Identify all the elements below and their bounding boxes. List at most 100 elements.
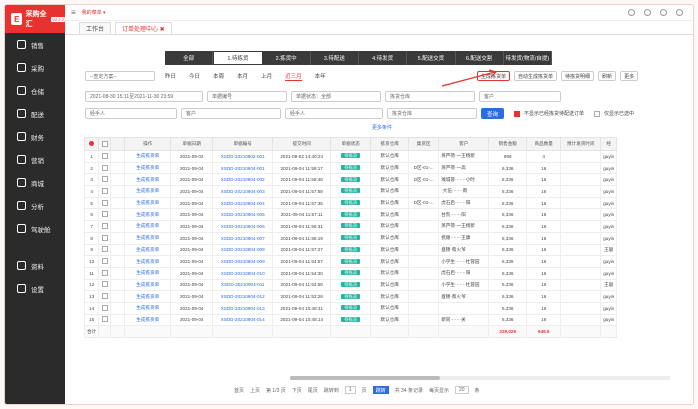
row-checkbox-cell[interactable] xyxy=(98,255,112,268)
generate-pick-link[interactable]: 生成拣货单 xyxy=(124,220,172,233)
table-row[interactable]: 1 生成拣货单 2021-09-02 XSDD-20210902-001 2021-09… xyxy=(83,150,618,163)
help-icon[interactable] xyxy=(660,9,667,16)
sidebar-item-1[interactable]: 采购 xyxy=(5,56,65,79)
sidebar-item-6[interactable]: 商城 xyxy=(5,171,65,194)
generate-pick-link[interactable]: 生成拣货单 xyxy=(124,243,172,257)
warehouse-input[interactable]: 拣货仓库 xyxy=(385,91,475,102)
generate-pick-link[interactable]: 生成拣货单 xyxy=(124,255,172,268)
status-tab-6[interactable]: 6.配送交割 xyxy=(456,51,504,65)
table-row[interactable]: 15 生成拣货单 2021-09-04 XSDD-20210904-014 2021-0… xyxy=(83,313,618,327)
tab-workbench[interactable]: 工作台 xyxy=(79,22,112,34)
column-header[interactable] xyxy=(83,137,100,151)
table-row[interactable]: 10 生成拣货单 2021-09-04 XSDD-20210904-009 2021-0… xyxy=(83,255,618,268)
column-header[interactable]: 单据编号 xyxy=(212,137,274,151)
order-no-link[interactable]: XSDD-20210904-007 xyxy=(212,231,274,245)
goto-button[interactable]: 跳转 xyxy=(372,386,389,394)
row-checkbox-cell[interactable] xyxy=(98,161,112,175)
row-checkbox-cell[interactable] xyxy=(98,266,112,280)
per-page-select[interactable]: 20 xyxy=(454,386,469,394)
row-checkbox[interactable] xyxy=(101,258,108,265)
pick-warehouse-input[interactable]: 拣货仓库 xyxy=(387,108,477,119)
sidebar-bottom-item-0[interactable]: 资料 xyxy=(5,254,65,277)
action-button-2[interactable]: 待拣货明细 xyxy=(561,71,595,81)
column-header[interactable] xyxy=(98,137,112,151)
table-row[interactable]: 6 生成拣货单 2021-09-04 XSDD-20210904-005 2021-09… xyxy=(83,208,618,222)
only-selected-checkbox[interactable] xyxy=(594,110,601,117)
status-tab-1[interactable]: 1.待拣货 xyxy=(213,51,263,65)
sidebar-item-8[interactable]: 驾驶舱 xyxy=(5,217,65,240)
generate-pick-link[interactable]: 生成拣货单 xyxy=(124,196,172,210)
hide-picked-checkbox[interactable] xyxy=(514,110,521,117)
generate-pick-link[interactable]: 生成拣货单 xyxy=(124,278,172,292)
row-checkbox-cell[interactable] xyxy=(98,185,112,198)
row-checkbox[interactable] xyxy=(101,316,108,323)
customer-input[interactable]: 客户 xyxy=(479,91,561,102)
period-5[interactable]: 近三月 xyxy=(285,72,302,81)
table-row[interactable]: 5 生成拣货单 2021-09-04 XSDD-20210904-004 2021-09… xyxy=(83,196,618,210)
row-checkbox[interactable] xyxy=(101,164,108,171)
column-header[interactable] xyxy=(110,137,126,151)
row-checkbox[interactable] xyxy=(101,304,108,311)
next-page[interactable]: 下页 xyxy=(292,387,302,394)
order-no-link[interactable]: XSDD-20210904-005 xyxy=(212,208,274,222)
column-header[interactable]: 提交时间 xyxy=(272,137,332,151)
sidebar-item-7[interactable]: 分析 xyxy=(5,194,65,217)
row-checkbox-cell[interactable] xyxy=(98,290,112,303)
order-no-link[interactable]: XSDD-20210904-002 xyxy=(212,173,274,187)
order-no-link[interactable]: XSDD-20210904-010 xyxy=(212,266,274,280)
row-checkbox[interactable] xyxy=(101,199,108,206)
column-header[interactable]: 销售金额 xyxy=(488,137,528,151)
row-checkbox-cell[interactable] xyxy=(98,243,112,257)
handler-input[interactable]: 经手人 xyxy=(85,108,177,119)
row-checkbox[interactable] xyxy=(101,152,108,159)
order-no-link[interactable]: XSDD-20210904-009 xyxy=(212,255,274,268)
menu-toggle-icon[interactable]: ≡ xyxy=(71,8,76,17)
sidebar-item-0[interactable]: 销售 xyxy=(5,33,65,56)
row-checkbox-cell[interactable] xyxy=(98,208,112,222)
table-row[interactable]: 13 生成拣货单 2021-09-04 XSDD-20210904-012 2021-0… xyxy=(83,290,618,303)
status-tab-0[interactable]: 全部 xyxy=(165,51,214,65)
grid-icon[interactable] xyxy=(628,9,635,16)
generate-pick-link[interactable]: 生成拣货单 xyxy=(124,161,172,175)
generate-pick-link[interactable]: 生成拣货单 xyxy=(124,185,172,198)
period-3[interactable]: 本月 xyxy=(237,72,248,80)
column-header[interactable]: 单据日期 xyxy=(170,137,214,151)
column-header[interactable]: 商品数量 xyxy=(526,137,562,151)
order-no-link[interactable]: XSDD-20210904-012 xyxy=(212,290,274,303)
order-no-link[interactable]: XSDD-20210904-001 xyxy=(212,161,274,175)
status-tab-7[interactable]: 待发货(物流/自提) xyxy=(504,51,552,65)
row-checkbox[interactable] xyxy=(101,246,108,253)
status-tab-3[interactable]: 3.待配送 xyxy=(311,51,359,65)
row-checkbox[interactable] xyxy=(101,234,108,241)
message-icon[interactable] xyxy=(644,9,651,16)
generate-pick-link[interactable]: 生成拣货单 xyxy=(124,313,172,327)
date-range-input[interactable]: 2021-08-30 15:11至2021-11-30 23:59 xyxy=(85,91,203,102)
order-no-link[interactable]: XSDD-20210904-006 xyxy=(212,220,274,233)
sidebar-item-4[interactable]: 财务 xyxy=(5,125,65,148)
row-checkbox[interactable] xyxy=(101,187,108,194)
column-header[interactable]: 操作 xyxy=(124,137,172,151)
period-6[interactable]: 本年 xyxy=(315,72,326,80)
table-row[interactable]: 11 生成拣货单 2021-09-04 XSDD-20210904-010 2021-0… xyxy=(83,266,618,280)
period-1[interactable]: 今日 xyxy=(189,72,200,80)
user-icon[interactable] xyxy=(676,9,683,16)
table-row[interactable]: 14 生成拣货单 2021-09-04 XSDD-20210904-013 2021-0… xyxy=(83,301,618,315)
row-checkbox[interactable] xyxy=(101,222,108,229)
order-status-select[interactable]: 单据状态：全部 xyxy=(291,91,381,102)
order-no-link[interactable]: XSDD-20210904-014 xyxy=(212,313,274,327)
order-no-link[interactable]: XSDD-20210904-013 xyxy=(212,301,274,315)
status-tab-2[interactable]: 2.拣货中 xyxy=(263,51,311,65)
generate-pick-link[interactable]: 生成拣货单 xyxy=(124,266,172,280)
period-0[interactable]: 昨日 xyxy=(165,72,176,80)
column-header[interactable]: 经 xyxy=(600,137,618,151)
goto-input[interactable]: 1 xyxy=(344,386,356,394)
generate-pick-link[interactable]: 生成拣货单 xyxy=(124,150,172,163)
action-button-3[interactable]: 刷新 xyxy=(598,71,617,81)
generate-pick-link[interactable]: 生成拣货单 xyxy=(124,173,172,187)
column-header[interactable]: 预计发货时间 xyxy=(560,137,602,151)
row-checkbox-cell[interactable] xyxy=(98,173,112,187)
prev-page[interactable]: 上页 xyxy=(250,387,260,394)
row-checkbox[interactable] xyxy=(101,293,108,300)
generate-pick-link[interactable]: 生成拣货单 xyxy=(124,208,172,222)
row-checkbox[interactable] xyxy=(101,269,108,276)
